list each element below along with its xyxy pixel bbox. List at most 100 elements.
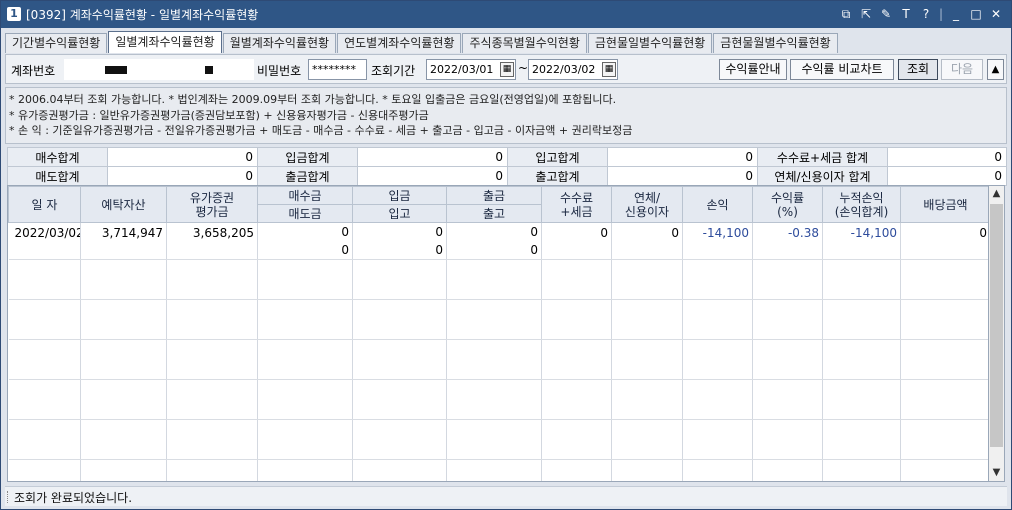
maximize-icon[interactable]: □ <box>969 5 983 23</box>
col-header-dividend[interactable]: 배당금액 <box>900 186 988 223</box>
period-label: 조회기간 <box>371 64 416 78</box>
calendar-icon[interactable]: ▦ <box>500 62 514 77</box>
grid-vertical-scrollbar[interactable]: ▲ ▼ <box>989 185 1005 482</box>
title-bar-icons: ⧉ ⇱ ✎ T ? | _ □ ✕ <box>839 5 1003 23</box>
sell-total-value: 0 <box>107 166 258 186</box>
buy-total-value: 0 <box>107 147 258 167</box>
table-row[interactable] <box>8 339 988 380</box>
scroll-up-icon[interactable]: ▲ <box>989 186 1004 202</box>
tab-monthly-account-return[interactable]: 월별계좌수익률현황 <box>222 33 337 53</box>
stock-in-total-value: 0 <box>607 147 758 167</box>
cell-stock-in: 0 <box>352 240 447 260</box>
tab-gold-monthly-return[interactable]: 금현물월별수익률현황 <box>713 33 838 53</box>
info-notes: * 2006.04부터 조회 가능합니다. * 법인계좌는 2009.09부터 … <box>5 87 1007 144</box>
cell-date: 2022/03/02 <box>8 222 81 260</box>
cell-cum-profit: -14,100 <box>822 222 901 260</box>
stock-in-total-label: 입고합계 <box>507 147 608 167</box>
date-from-field[interactable]: 2022/03/01 ▦ <box>426 59 516 80</box>
deposit-total-label: 입금합계 <box>257 147 358 167</box>
withdraw-total-value: 0 <box>357 166 508 186</box>
account-mask-2 <box>205 66 213 74</box>
title-separator: | <box>939 7 944 21</box>
withdraw-total-label: 출금합계 <box>257 166 358 186</box>
collapse-icon[interactable]: ▲ <box>987 59 1004 80</box>
col-header-withdraw[interactable]: 출금 <box>446 186 542 205</box>
help-icon[interactable]: ? <box>919 5 933 23</box>
date-range-separator: ~ <box>518 61 529 75</box>
calendar-icon[interactable]: ▦ <box>602 62 616 77</box>
table-row[interactable]: 2022/03/02 3,714,947 3,658,205 0 0 0 0 0… <box>8 222 988 260</box>
col-header-stock-out[interactable]: 출고 <box>446 204 542 223</box>
deposit-total-value: 0 <box>357 147 508 167</box>
status-grip-icon <box>7 491 10 503</box>
tab-period-return[interactable]: 기간별수익률현황 <box>5 33 108 53</box>
cell-withdraw: 0 <box>446 222 542 241</box>
scroll-thumb[interactable] <box>990 204 1003 447</box>
popout-icon[interactable]: ⇱ <box>859 5 873 23</box>
password-label: 비밀번호 <box>257 64 302 78</box>
summary-table: 매수합계 0 입금합계 0 입고합계 0 수수료+세금 합계 0 매도합계 0 … <box>7 147 1007 186</box>
return-guide-button[interactable]: 수익률안내 <box>719 59 787 80</box>
col-header-stock-in[interactable]: 입고 <box>352 204 447 223</box>
cell-sell: 0 <box>257 240 353 260</box>
date-to-field[interactable]: 2022/03/02 ▦ <box>528 59 618 80</box>
query-button[interactable]: 조회 <box>898 59 938 80</box>
table-row[interactable] <box>8 459 988 481</box>
col-header-profit[interactable]: 손익 <box>682 186 753 223</box>
stock-out-total-value: 0 <box>607 166 758 186</box>
col-header-deposit-assets[interactable]: 예탁자산 <box>80 186 167 223</box>
table-row[interactable] <box>8 259 988 300</box>
stock-out-total-label: 출고합계 <box>507 166 608 186</box>
col-header-overdue-interest[interactable]: 연체/ 신용이자 <box>611 186 683 223</box>
window-number-badge: 1 <box>7 7 21 21</box>
cell-dividend: 0 <box>900 222 988 260</box>
pin-icon[interactable]: ✎ <box>879 5 893 23</box>
col-header-cum-profit[interactable]: 누적손익 (손익합계) <box>822 186 901 223</box>
sell-total-label: 매도합계 <box>7 166 108 186</box>
cell-deposit: 0 <box>352 222 447 241</box>
date-to-value: 2022/03/02 <box>532 63 596 76</box>
fee-tax-total-label: 수수료+세금 합계 <box>757 147 888 167</box>
tab-yearly-account-return[interactable]: 연도별계좌수익률현황 <box>337 33 462 53</box>
account-mask-1 <box>105 66 127 74</box>
title-bar: 1 [0392] 계좌수익률현황 - 일별계좌수익률현황 ⧉ ⇱ ✎ T ? |… <box>1 1 1011 28</box>
password-field[interactable]: ******** <box>308 59 367 80</box>
table-row[interactable] <box>8 379 988 420</box>
cell-fee-tax: 0 <box>541 222 612 260</box>
app-window: 1 [0392] 계좌수익률현황 - 일별계좌수익률현황 ⧉ ⇱ ✎ T ? |… <box>0 0 1012 510</box>
font-size-icon[interactable]: T <box>899 5 913 23</box>
next-button[interactable]: 다음 <box>941 59 983 80</box>
return-compare-chart-button[interactable]: 수익률 비교차트 <box>790 59 894 80</box>
daily-return-grid[interactable]: 일 자 예탁자산 유가증권 평가금 매수금 입금 출금 수수료 +세금 연체/ … <box>7 185 989 482</box>
col-header-sell[interactable]: 매도금 <box>257 204 353 223</box>
cell-stock-out: 0 <box>446 240 542 260</box>
minimize-icon[interactable]: _ <box>949 5 963 23</box>
cell-profit: -14,100 <box>682 222 753 260</box>
table-row[interactable] <box>8 299 988 340</box>
restore-layout-icon[interactable]: ⧉ <box>839 5 853 23</box>
interest-total-value: 0 <box>887 166 1007 186</box>
query-toolbar: 계좌번호 비밀번호 ******** 조회기간 2022/03/01 ▦ ~ 2… <box>5 54 1007 84</box>
tab-gold-daily-return[interactable]: 금현물일별수익률현황 <box>587 33 713 53</box>
close-icon[interactable]: ✕ <box>989 5 1003 23</box>
date-from-value: 2022/03/01 <box>430 63 494 76</box>
col-header-securities-eval[interactable]: 유가증권 평가금 <box>166 186 258 223</box>
tab-bar: 기간별수익률현황 일별계좌수익률현황 월별계좌수익률현황 연도별계좌수익률현황 … <box>5 31 839 53</box>
col-header-fee-tax[interactable]: 수수료 +세금 <box>541 186 612 223</box>
table-row[interactable] <box>8 419 988 460</box>
tab-stock-monthly-return[interactable]: 주식종목별월수익현황 <box>462 33 587 53</box>
note-line: * 손 익 : 기준일유가증권평가금 - 전일유가증권평가금 + 매도금 - 매… <box>9 124 633 137</box>
account-number-field[interactable] <box>64 59 254 80</box>
col-header-date[interactable]: 일 자 <box>8 186 81 223</box>
window-title: [0392] 계좌수익률현황 - 일별계좌수익률현황 <box>26 8 259 22</box>
scroll-down-icon[interactable]: ▼ <box>989 465 1004 481</box>
col-header-deposit[interactable]: 입금 <box>352 186 447 205</box>
cell-deposit-assets: 3,714,947 <box>80 222 167 260</box>
status-bar: 조회가 완료되었습니다. <box>5 486 1007 506</box>
col-header-buy[interactable]: 매수금 <box>257 186 353 205</box>
note-line: * 유가증권평가금 : 일반유가증권평가금(증권담보포함) + 신용융자평가금 … <box>9 108 429 122</box>
tab-daily-account-return[interactable]: 일별계좌수익률현황 <box>108 31 222 53</box>
col-header-return-rate[interactable]: 수익률 (%) <box>752 186 823 223</box>
status-message: 조회가 완료되었습니다. <box>14 491 133 505</box>
daily-return-table: 일 자 예탁자산 유가증권 평가금 매수금 입금 출금 수수료 +세금 연체/ … <box>8 186 988 481</box>
